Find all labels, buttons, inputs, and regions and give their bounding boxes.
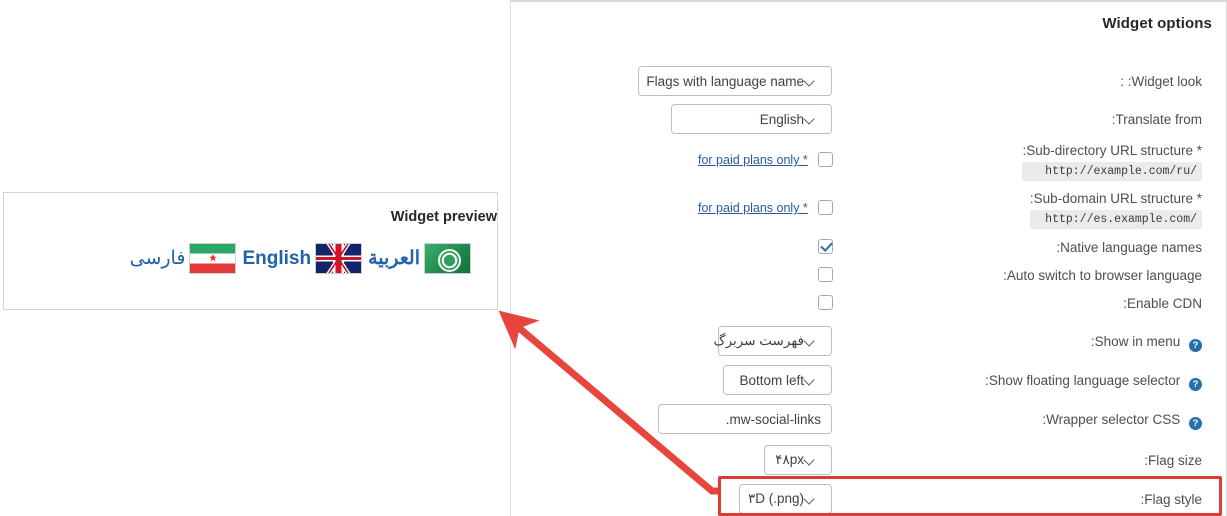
option-row-wrapper-selector: :Wrapper selector CSS ? mw-social-links. bbox=[511, 404, 1226, 434]
help-icon[interactable]: ? bbox=[1189, 417, 1202, 430]
option-row-flag-size: :Flag size ۴۸px bbox=[511, 445, 1226, 475]
page-title: Widget options bbox=[1102, 15, 1212, 32]
label-auto-switch: :Auto switch to browser language bbox=[1003, 267, 1202, 284]
label-native-language-names: :Native language names bbox=[1056, 239, 1202, 256]
label-text-show-in-menu: :Show in menu bbox=[1090, 334, 1181, 349]
preview-language-name-arabic: العربية bbox=[368, 248, 420, 269]
option-row-translate-from: :Translate from English bbox=[511, 104, 1226, 134]
option-row-flag-style: :Flag style ۳D (.png) bbox=[511, 484, 1226, 514]
select-floating-selector-value: Bottom left bbox=[739, 372, 804, 388]
select-widget-look-value: Flags with language name bbox=[646, 73, 804, 89]
label-text-flag-style: :Flag style bbox=[1140, 492, 1202, 507]
label-text-wrapper-selector: :Wrapper selector CSS bbox=[1042, 412, 1181, 427]
checkbox-native-language-names[interactable] bbox=[818, 239, 833, 254]
label-widget-look: :Widget look :Widget look bbox=[1120, 74, 1202, 89]
option-row-auto-switch: :Auto switch to browser language bbox=[511, 267, 1226, 297]
option-row-widget-look: :Widget look :Widget look Flags with lan… bbox=[511, 66, 1226, 96]
widget-options-panel: Widget options :Widget look :Widget look… bbox=[510, 0, 1227, 516]
label-text-subdomain-url: :Sub-domain URL structure * bbox=[1029, 191, 1202, 206]
checkbox-enable-cdn[interactable] bbox=[818, 295, 833, 310]
option-row-native-language-names: :Native language names bbox=[511, 239, 1226, 269]
preview-language-english[interactable]: English bbox=[242, 243, 363, 274]
label-text-enable-cdn: :Enable CDN bbox=[1123, 296, 1202, 311]
label-text-flag-size: :Flag size bbox=[1144, 453, 1202, 468]
label-text-native-language-names: :Native language names bbox=[1056, 240, 1202, 255]
select-translate-from[interactable]: English bbox=[671, 104, 832, 134]
select-translate-from-value: English bbox=[759, 111, 804, 127]
checkbox-subdomain-url[interactable] bbox=[818, 200, 833, 215]
select-show-in-menu[interactable]: فهرست سربرگ bbox=[714, 326, 832, 356]
chevron-down-icon bbox=[804, 113, 817, 126]
select-flag-style-value: ۳D (.png) bbox=[747, 491, 804, 506]
chevron-down-icon bbox=[804, 75, 817, 88]
select-widget-look[interactable]: Flags with language name bbox=[638, 66, 832, 96]
widget-preview-title: Widget preview bbox=[390, 209, 497, 225]
chevron-down-icon bbox=[804, 454, 817, 467]
label-wrapper-selector: :Wrapper selector CSS ? bbox=[1042, 411, 1202, 430]
select-flag-size-value: ۴۸px bbox=[775, 452, 804, 467]
hint-subdomain-url: http://es.example.com/ bbox=[1029, 210, 1202, 229]
help-icon[interactable]: ? bbox=[1189, 339, 1202, 352]
label-flag-style: :Flag style bbox=[1140, 491, 1202, 508]
select-flag-size[interactable]: ۴۸px bbox=[764, 445, 832, 475]
chevron-down-icon bbox=[804, 493, 817, 506]
checkbox-auto-switch[interactable] bbox=[818, 267, 833, 282]
iran-flag-icon bbox=[189, 243, 237, 274]
link-paid-plans-subdomain[interactable]: for paid plans only * bbox=[698, 201, 808, 215]
label-show-in-menu: :Show in menu ? bbox=[1091, 333, 1202, 352]
select-floating-selector[interactable]: Bottom left bbox=[723, 365, 832, 395]
select-flag-style[interactable]: ۳D (.png) bbox=[739, 484, 832, 514]
preview-language-arabic[interactable]: العربية bbox=[368, 243, 471, 274]
label-floating-selector: :Show floating language selector ? bbox=[985, 372, 1202, 391]
chevron-down-icon bbox=[804, 374, 817, 387]
label-text-floating-selector: :Show floating language selector bbox=[985, 373, 1181, 388]
label-translate-from: :Translate from bbox=[1112, 111, 1202, 128]
label-text-subdirectory-url: :Sub-directory URL structure * bbox=[1022, 143, 1202, 158]
label-flag-size: :Flag size bbox=[1144, 452, 1202, 469]
widget-preview-card: Widget preview العربية English فارسی bbox=[3, 192, 498, 310]
link-paid-plans-subdirectory[interactable]: for paid plans only * bbox=[698, 153, 808, 167]
preview-language-persian[interactable]: فارسی bbox=[130, 243, 237, 274]
label-enable-cdn: :Enable CDN bbox=[1123, 295, 1202, 312]
screen-root: Widget options :Widget look :Widget look… bbox=[0, 0, 1227, 516]
option-row-show-in-menu: :Show in menu ? فهرست سربرگ bbox=[511, 326, 1226, 356]
uk-flag-icon bbox=[315, 243, 363, 274]
select-show-in-menu-value: فهرست سربرگ bbox=[713, 333, 805, 348]
preview-language-name-english: English bbox=[242, 247, 312, 269]
widget-preview-items: العربية English فارسی bbox=[4, 243, 491, 274]
option-row-enable-cdn: :Enable CDN bbox=[511, 295, 1226, 325]
checkbox-subdirectory-url[interactable] bbox=[818, 152, 833, 167]
option-row-subdirectory-url: :Sub-directory URL structure * http://ex… bbox=[511, 142, 1226, 181]
option-row-floating-selector: :Show floating language selector ? Botto… bbox=[511, 365, 1226, 395]
label-text-auto-switch: :Auto switch to browser language bbox=[1003, 268, 1202, 283]
option-row-subdomain-url: :Sub-domain URL structure * http://es.ex… bbox=[511, 190, 1226, 229]
label-subdomain-url: :Sub-domain URL structure * http://es.ex… bbox=[1029, 190, 1202, 229]
label-text-translate-from: :Translate from bbox=[1111, 112, 1202, 127]
help-icon[interactable]: ? bbox=[1189, 378, 1202, 391]
hint-subdirectory-url: http://example.com/ru/ bbox=[1022, 162, 1202, 181]
input-wrapper-selector[interactable]: mw-social-links. bbox=[658, 404, 832, 434]
preview-language-name-persian: فارسی bbox=[129, 248, 186, 269]
chevron-down-icon bbox=[804, 335, 817, 348]
arab-league-flag-icon bbox=[424, 243, 471, 274]
label-text-widget-look: :Widget look bbox=[1127, 74, 1202, 89]
label-subdirectory-url: :Sub-directory URL structure * http://ex… bbox=[1022, 142, 1202, 181]
input-wrapper-selector-value: mw-social-links. bbox=[725, 411, 821, 427]
